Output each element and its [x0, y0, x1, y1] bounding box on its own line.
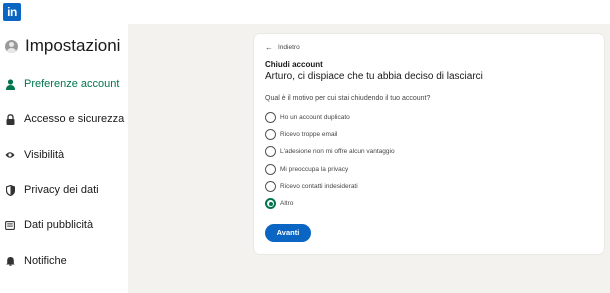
sidebar-item-notifiche[interactable]: Notifiche	[0, 251, 128, 271]
sidebar-item-label: Notifiche	[24, 255, 67, 267]
option-label: Ricevo contatti indesiderati	[280, 183, 358, 190]
option-account-duplicato[interactable]: Ho un account duplicato	[265, 112, 350, 123]
sidebar-item-privacy-dati[interactable]: Privacy dei dati	[0, 180, 128, 200]
option-label: L'adesione non mi offre alcun vantaggio	[280, 148, 395, 155]
sidebar-title: Impostazioni	[25, 36, 121, 55]
option-troppe-email[interactable]: Ricevo troppe email	[265, 129, 337, 140]
radio-button[interactable]	[265, 164, 276, 175]
radio-button[interactable]	[265, 181, 276, 192]
sidebar-item-accesso-sicurezza[interactable]: Accesso e sicurezza	[0, 109, 128, 129]
close-account-card: ← Indietro Chiudi account Arturo, ci dis…	[254, 34, 604, 254]
eye-icon	[5, 149, 15, 161]
back-label: Indietro	[278, 44, 300, 51]
option-label: Mi preoccupa la privacy	[280, 166, 349, 173]
next-button[interactable]: Avanti	[265, 224, 311, 242]
radio-button[interactable]	[265, 129, 276, 140]
sidebar-header: Impostazioni	[5, 36, 120, 56]
newspaper-icon	[5, 219, 15, 231]
avatar	[5, 39, 18, 53]
person-icon	[5, 78, 15, 90]
bell-icon	[5, 255, 15, 267]
sidebar-item-visibilita[interactable]: Visibilità	[0, 145, 128, 165]
section-title: Chiudi account	[265, 60, 323, 69]
linkedin-logo[interactable]: in	[3, 3, 21, 21]
option-nessun-vantaggio[interactable]: L'adesione non mi offre alcun vantaggio	[265, 146, 395, 157]
lock-icon	[5, 113, 15, 125]
sidebar-item-label: Preferenze account	[24, 78, 120, 90]
option-contatti-indesiderati[interactable]: Ricevo contatti indesiderati	[265, 181, 358, 192]
radio-button-selected[interactable]	[265, 198, 276, 209]
sidebar-item-preferenze-account[interactable]: Preferenze account	[0, 74, 128, 94]
sidebar-item-label: Dati pubblicità	[24, 219, 94, 231]
option-label: Ho un account duplicato	[280, 114, 350, 121]
option-label: Ricevo troppe email	[280, 131, 338, 138]
sidebar-item-label: Visibilità	[24, 149, 65, 161]
radio-button[interactable]	[265, 112, 276, 123]
question-label: Qual è il motivo per cui stai chiudendo …	[265, 95, 431, 102]
arrow-left-icon: ←	[265, 43, 273, 52]
option-label: Altro	[280, 200, 294, 207]
sidebar-item-label: Privacy dei dati	[24, 184, 99, 196]
page-title: Arturo, ci dispiace che tu abbia deciso …	[265, 71, 483, 82]
settings-sidebar: Impostazioni Preferenze account Accesso …	[0, 24, 128, 293]
back-link[interactable]: ← Indietro	[265, 43, 300, 52]
option-altro[interactable]: Altro	[265, 198, 293, 209]
option-privacy[interactable]: Mi preoccupa la privacy	[265, 164, 348, 175]
sidebar-item-label: Accesso e sicurezza	[24, 113, 125, 125]
top-bar: in	[0, 0, 610, 24]
radio-button[interactable]	[265, 146, 276, 157]
sidebar-item-dati-pubblicita[interactable]: Dati pubblicità	[0, 215, 128, 235]
shield-icon	[5, 184, 15, 196]
